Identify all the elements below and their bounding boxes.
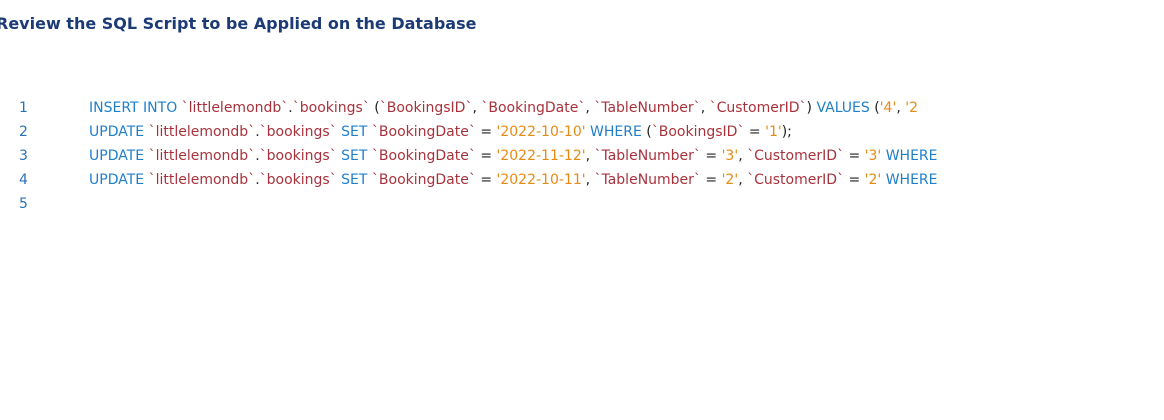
sql-identifier: `BookingDate` [371,124,476,140]
sql-identifier: `littlelemondb` [148,124,256,140]
sql-string: '4' [879,100,897,116]
sql-punctuation: = [475,172,497,188]
sql-identifier: `BookingDate` [371,172,476,188]
code-line: 5 [0,192,1164,216]
sql-punctuation: ( [369,100,380,116]
code-text: INSERT INTO `littlelemondb`.`bookings` (… [89,96,918,120]
line-number: 3 [19,148,28,164]
code-line: 1 INSERT INTO `littlelemondb`.`bookings`… [0,96,1164,120]
sql-identifier: `TableNumber` [594,172,701,188]
sql-punctuation: , [700,100,710,116]
sql-keyword: VALUES [816,100,875,116]
sql-string: '2022-10-10' [496,124,586,140]
line-number: 1 [19,100,28,116]
code-line: 2 UPDATE `littlelemondb`.`bookings` SET … [0,120,1164,144]
sql-string: '3' [864,148,882,164]
sql-identifier: `TableNumber` [594,148,701,164]
sql-string: '2' [864,172,882,188]
sql-keyword: SET [336,172,372,188]
sql-identifier: `littlelemondb` [148,148,256,164]
sql-identifier: `BookingDate` [371,148,476,164]
sql-punctuation: ) [806,100,817,116]
sql-punctuation: = [700,172,722,188]
sql-identifier: `bookings` [259,124,337,140]
sql-punctuation: , [585,100,595,116]
code-text: UPDATE `littlelemondb`.`bookings` SET `B… [89,144,938,168]
sql-string: '2022-11-12' [496,148,586,164]
sql-punctuation: , [738,148,748,164]
sql-punctuation: , [738,172,748,188]
page-title: Review the SQL Script to be Applied on t… [0,14,477,33]
sql-keyword: WHERE [585,124,647,140]
code-text: UPDATE `littlelemondb`.`bookings` SET `B… [89,120,792,144]
sql-keyword: WHERE [881,148,938,164]
sql-string: '2' [721,172,739,188]
sql-identifier: `CustomerID` [747,148,845,164]
sql-identifier: `CustomerID` [709,100,807,116]
sql-punctuation: = [844,148,865,164]
sql-string: '3' [721,148,739,164]
sql-keyword: UPDATE [89,124,149,140]
sql-keyword: UPDATE [89,172,149,188]
sql-punctuation: = [844,172,865,188]
sql-punctuation: = [700,148,722,164]
sql-string: '2 [905,100,918,116]
code-line: 4 UPDATE `littlelemondb`.`bookings` SET … [0,168,1164,192]
sql-identifier: `bookings` [259,172,337,188]
sql-identifier: `bookings` [259,148,337,164]
sql-punctuation: , [896,100,906,116]
sql-identifier: `TableNumber` [594,100,701,116]
sql-punctuation: = [475,124,497,140]
sql-punctuation: ); [781,124,792,140]
sql-identifier: `CustomerID` [747,172,845,188]
line-number: 4 [19,172,28,188]
code-text: UPDATE `littlelemondb`.`bookings` SET `B… [89,168,938,192]
sql-string: '2022-10-11' [496,172,586,188]
sql-identifier: `littlelemondb` [148,172,256,188]
sql-string: '1' [765,124,782,140]
sql-keyword: INSERT INTO [89,100,182,116]
sql-keyword: SET [336,148,372,164]
sql-keyword: UPDATE [89,148,149,164]
sql-identifier: `bookings` [292,100,370,116]
line-number: 2 [19,124,28,140]
line-number: 5 [19,196,28,212]
code-line: 3 UPDATE `littlelemondb`.`bookings` SET … [0,144,1164,168]
sql-punctuation: = [744,124,766,140]
sql-script-editor[interactable]: 1 INSERT INTO `littlelemondb`.`bookings`… [0,96,1164,420]
sql-identifier: `BookingDate` [481,100,586,116]
sql-punctuation: = [475,148,497,164]
sql-keyword: SET [336,124,372,140]
sql-identifier: `BookingsID` [651,124,745,140]
sql-keyword: WHERE [881,172,938,188]
sql-identifier: `littlelemondb` [181,100,289,116]
sql-identifier: `BookingsID` [379,100,473,116]
